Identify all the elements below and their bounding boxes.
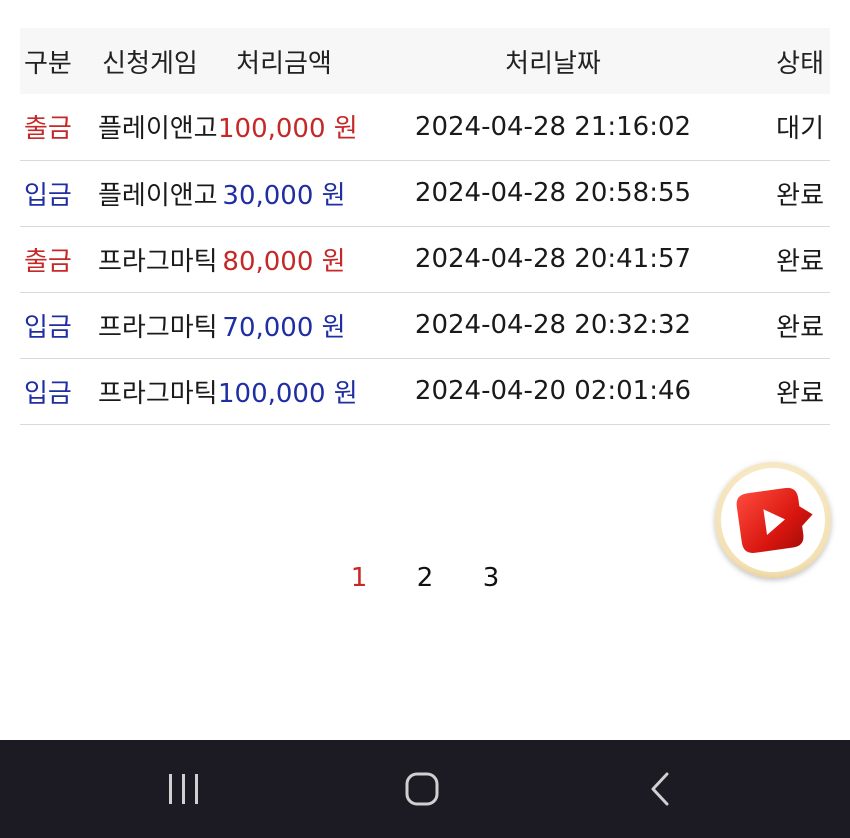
cell-date: 2024-04-28 21:16:02 (414, 111, 692, 142)
transaction-table: 구분 신청게임 처리금액 처리날짜 상태 출금 플레이앤고 100,000 원 … (20, 28, 830, 425)
home-icon (405, 772, 439, 806)
table-body: 출금 플레이앤고 100,000 원 2024-04-28 21:16:02 대… (20, 94, 830, 424)
transaction-table-container: 구분 신청게임 처리금액 처리날짜 상태 출금 플레이앤고 100,000 원 … (20, 28, 830, 425)
cell-type: 입금 (24, 312, 72, 343)
floating-play-button[interactable] (715, 462, 831, 578)
back-button[interactable] (643, 770, 683, 810)
home-button[interactable] (402, 770, 442, 810)
cell-amount: 30,000 원 (222, 180, 346, 211)
cell-status: 완료 (776, 180, 824, 211)
cell-date: 2024-04-28 20:41:57 (414, 244, 692, 274)
cell-status: 완료 (776, 246, 824, 277)
cell-game: 프라그마틱 (98, 246, 218, 277)
system-navigation-bar (0, 740, 850, 838)
back-icon (651, 772, 669, 806)
cell-type: 출금 (24, 246, 72, 277)
pagination: 123 (0, 563, 850, 593)
cell-amount: 80,000 원 (222, 246, 346, 277)
cell-status: 대기 (776, 114, 824, 145)
page-link-3[interactable]: 3 (458, 563, 524, 593)
table-header-row: 구분 신청게임 처리금액 처리날짜 상태 (20, 28, 830, 94)
cell-date: 2024-04-28 20:32:32 (414, 310, 692, 340)
cell-type: 입금 (24, 180, 72, 211)
red-play-button-icon (736, 487, 813, 553)
table-header: 구분 신청게임 처리금액 처리날짜 상태 (20, 28, 830, 94)
table-row: 출금 플레이앤고 100,000 원 2024-04-28 21:16:02 대… (20, 94, 830, 160)
table-row: 입금 프라그마틱 70,000 원 2024-04-28 20:32:32 완료 (20, 292, 830, 358)
header-amount: 처리금액 (236, 48, 332, 79)
page-link-2[interactable]: 2 (392, 563, 458, 593)
recent-apps-icon (169, 774, 198, 804)
recent-apps-button[interactable] (164, 770, 204, 810)
cell-status: 완료 (776, 378, 824, 409)
table-row: 입금 플레이앤고 30,000 원 2024-04-28 20:58:55 완료 (20, 160, 830, 226)
cell-date: 2024-04-20 02:01:46 (414, 376, 692, 406)
cell-game: 플레이앤고 (98, 114, 218, 145)
header-game: 신청게임 (102, 48, 198, 79)
cell-game: 프라그마틱 (98, 312, 218, 343)
cell-type: 입금 (24, 378, 72, 409)
cell-amount: 100,000 원 (218, 114, 358, 145)
header-date: 처리날짜 (505, 48, 601, 79)
table-row: 출금 프라그마틱 80,000 원 2024-04-28 20:41:57 완료 (20, 226, 830, 292)
cell-amount: 70,000 원 (222, 312, 346, 343)
transaction-history-screen: 구분 신청게임 처리금액 처리날짜 상태 출금 플레이앤고 100,000 원 … (0, 0, 850, 838)
header-type: 구분 (24, 48, 72, 79)
cell-game: 플레이앤고 (98, 180, 218, 211)
cell-amount: 100,000 원 (218, 378, 358, 409)
header-status: 상태 (776, 48, 824, 79)
table-row: 입금 프라그마틱 100,000 원 2024-04-20 02:01:46 완… (20, 358, 830, 424)
cell-game: 프라그마틱 (98, 378, 218, 409)
cell-date: 2024-04-28 20:58:55 (414, 178, 692, 208)
cell-type: 출금 (24, 114, 72, 145)
cell-status: 완료 (776, 312, 824, 343)
page-link-1[interactable]: 1 (326, 563, 392, 593)
